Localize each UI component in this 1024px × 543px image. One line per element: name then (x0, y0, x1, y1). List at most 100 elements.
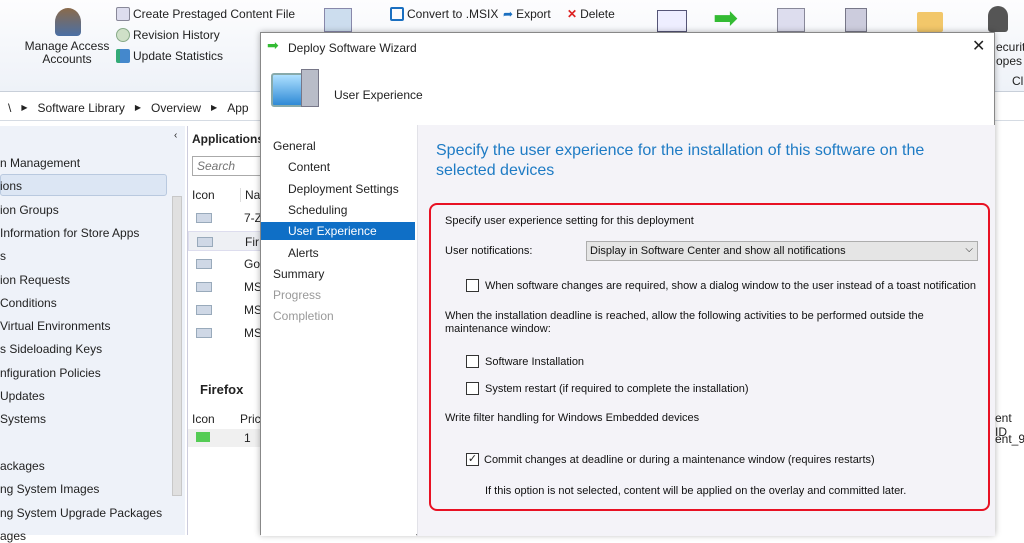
notifications-label: User notifications: (445, 245, 533, 257)
delete-icon: ✕ (567, 7, 578, 21)
page-heading: Specify the user experience for the inst… (436, 142, 925, 179)
dialog-title: Deploy Software Wizard (288, 41, 417, 55)
nav-item[interactable]: n Management (0, 156, 80, 170)
wizard-step: Alerts (288, 245, 319, 260)
msix-icon (390, 7, 404, 21)
breadcrumb-overview[interactable]: Overview (151, 101, 201, 115)
table-row[interactable]: MS (188, 300, 268, 320)
commit-changes-label: Commit changes at deadline or during a m… (484, 454, 875, 466)
nav-item[interactable]: Virtual Environments (0, 319, 111, 333)
nav-item[interactable]: Systems (0, 412, 46, 426)
deployment-icon (196, 432, 210, 442)
application-icon (196, 328, 212, 338)
dialog-header: User Experience (334, 88, 423, 102)
application-icon (196, 213, 212, 223)
wizard-step: Content (288, 160, 331, 175)
application-name: Fir (245, 235, 259, 249)
server-icon[interactable] (845, 8, 867, 32)
dialog-window-checkbox[interactable] (466, 279, 479, 292)
nav-item[interactable]: ackages (0, 459, 45, 473)
manage-access-button[interactable]: Manage Access Accounts (22, 40, 112, 66)
close-icon[interactable]: ✕ (972, 36, 985, 56)
write-filter-label: Write filter handling for Windows Embedd… (445, 412, 700, 424)
nav-item[interactable]: ages (0, 529, 26, 543)
deadline-text: When the installation deadline is reache… (445, 310, 924, 335)
statistics-icon (116, 49, 130, 63)
distribute-icon[interactable] (777, 8, 805, 32)
application-icon (197, 237, 213, 247)
lock-icon[interactable] (988, 6, 1008, 32)
software-installation-checkbox[interactable] (466, 355, 479, 368)
wizard-step: Completion (273, 309, 334, 324)
application-icon (196, 282, 212, 292)
nav-item[interactable]: ion Groups (0, 203, 59, 217)
nav-item[interactable]: Conditions (0, 296, 57, 310)
wizard-step: Deployment Settings (288, 181, 399, 196)
system-restart-label: System restart (if required to complete … (485, 383, 749, 395)
nav-item[interactable]: ion Requests (0, 273, 70, 287)
update-statistics-button[interactable]: Update Statistics (116, 49, 223, 63)
nav-scrollbar[interactable] (172, 196, 182, 496)
nav-item[interactable]: nfiguration Policies (0, 366, 101, 380)
delete-button[interactable]: ✕ Delete (567, 7, 615, 21)
nav-item[interactable]: ions (0, 179, 22, 193)
properties-icon[interactable] (657, 10, 687, 32)
column-header-icon[interactable]: Icon (192, 188, 215, 202)
collapse-icon[interactable]: ‹ (174, 130, 177, 141)
detail-column-icon[interactable]: Icon (192, 412, 215, 426)
wizard-step: User Experience (261, 222, 415, 241)
security-scopes-label[interactable]: ecurity opes (996, 40, 1024, 68)
table-row[interactable]: 7-Z (188, 208, 268, 228)
breadcrumb-root[interactable]: \ (8, 101, 11, 115)
nav-item[interactable]: ng System Upgrade Packages (0, 506, 162, 520)
detail-title: Firefox (200, 382, 244, 397)
deploy-arrow-icon[interactable]: ➡ (713, 4, 738, 34)
export-button[interactable]: ➦ Export (503, 7, 551, 21)
breadcrumb-software-library[interactable]: Software Library (38, 101, 125, 115)
applications-pane: Applications Icon Nar 7-ZFirGoMSMSMS Fir… (187, 126, 272, 535)
nav-item[interactable]: Information for Store Apps (0, 226, 139, 240)
navigation-pane: ‹ n Management ions ion Groups Information … (0, 126, 185, 543)
table-row[interactable]: MS (188, 323, 268, 343)
revision-history-button[interactable]: Revision History (116, 28, 220, 42)
application-icon (196, 259, 212, 269)
dialog-window-label: When software changes are required, show… (485, 280, 977, 292)
computer-tower-icon (301, 69, 319, 107)
deploy-icon (324, 8, 352, 32)
detail-column-priority[interactable]: Pric (240, 412, 261, 426)
wizard-step: Scheduling (288, 202, 348, 217)
chevron-right-icon: ▶ (134, 103, 142, 112)
nav-item[interactable]: s (0, 249, 6, 263)
export-icon: ➦ (503, 7, 514, 21)
wizard-content: Specify the user experience for the inst… (417, 125, 995, 536)
nav-item[interactable]: Updates (0, 389, 45, 403)
deployment-priority: 1 (244, 431, 251, 445)
breadcrumb-applications[interactable]: App (227, 101, 248, 115)
table-row[interactable]: Go (188, 254, 268, 274)
prestaged-icon (116, 7, 130, 21)
convert-msix-button[interactable]: Convert to .MSIX (390, 7, 498, 21)
chevron-right-icon: ▶ (211, 103, 218, 112)
application-name: Go (244, 257, 261, 271)
software-installation-label: Software Installation (485, 356, 585, 368)
notifications-dropdown[interactable]: Display in Software Center and show all … (586, 241, 978, 261)
group-label: Specify user experience setting for this… (445, 215, 694, 227)
folder-icon[interactable] (917, 12, 943, 32)
table-row[interactable]: MS (188, 277, 268, 297)
chevron-right-icon: ▶ (21, 103, 28, 112)
application-icon (196, 305, 212, 315)
deployment-row[interactable]: 1 (188, 429, 268, 447)
create-prestaged-button[interactable]: Create Prestaged Content File (116, 7, 295, 21)
nav-selected-highlight (0, 174, 167, 196)
commit-changes-checkbox[interactable]: ✓ (466, 453, 479, 466)
wizard-arrow-icon: ➡ (267, 37, 279, 53)
content-id-value: ent_9 (995, 432, 1024, 446)
system-restart-checkbox[interactable] (466, 382, 479, 395)
chevron-down-icon: ⌵ (965, 244, 973, 255)
nav-item[interactable]: s Sideloading Keys (0, 342, 102, 356)
table-row[interactable]: Fir (188, 231, 268, 251)
wizard-step: Progress (273, 288, 322, 303)
deploy-software-wizard: ➡ Deploy Software Wizard ✕ User Experien… (260, 32, 995, 536)
nav-item[interactable]: ng System Images (0, 482, 99, 496)
clock-icon (116, 28, 130, 42)
